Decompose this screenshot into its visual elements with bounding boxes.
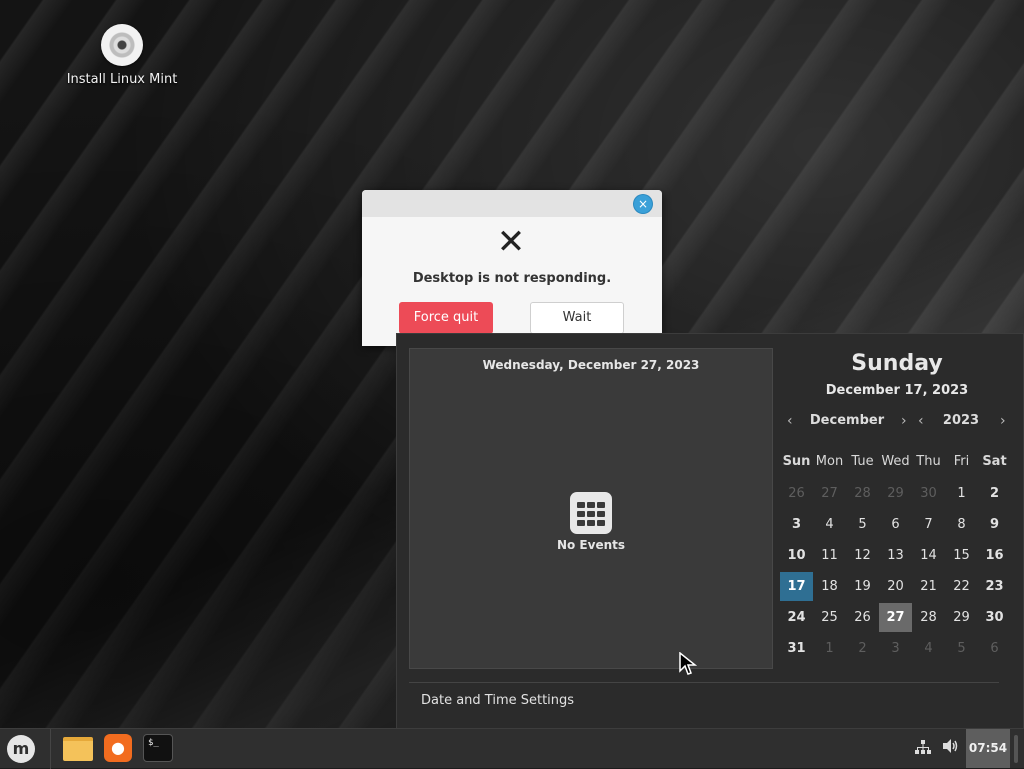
calendar-day[interactable]: 6 [879, 510, 912, 539]
calendar-popup: Wednesday, December 27, 2023 No Events S… [396, 333, 1024, 728]
date-time-settings-link[interactable]: Date and Time Settings [421, 693, 574, 708]
calendar-day[interactable]: 28 [912, 603, 945, 632]
firefox-icon[interactable]: ● [104, 734, 132, 762]
files-icon[interactable] [63, 737, 93, 761]
desktop-icon-install-linux-mint[interactable]: Install Linux Mint [62, 24, 182, 87]
not-responding-dialog: × ✕ Desktop is not responding. Force qui… [362, 190, 662, 346]
weekday-header: Sun [782, 454, 811, 469]
calendar-day-other-month[interactable]: 5 [945, 634, 978, 663]
weekday-header: Tue [851, 454, 874, 469]
events-pane: Wednesday, December 27, 2023 No Events [409, 348, 773, 669]
prev-year-icon[interactable]: ‹ [918, 413, 924, 429]
prev-month-icon[interactable]: ‹ [787, 413, 793, 429]
year-label: 2023 [942, 413, 980, 428]
events-date: Wednesday, December 27, 2023 [482, 358, 700, 372]
calendar-day[interactable]: 14 [912, 541, 945, 570]
mouse-cursor-icon [679, 652, 698, 675]
calendar-day[interactable]: 2 [978, 479, 1011, 508]
calendar-day[interactable]: 18 [813, 572, 846, 601]
calendar-grid-icon [570, 492, 612, 534]
dialog-titlebar[interactable]: × [362, 190, 662, 217]
weekday-header: Fri [953, 454, 970, 469]
terminal-icon[interactable]: $_ [143, 734, 173, 762]
calendar-day[interactable]: 29 [945, 603, 978, 632]
volume-icon[interactable] [942, 738, 960, 758]
weekday-header: Mon [815, 454, 844, 469]
calendar-day-other-month[interactable]: 30 [912, 479, 945, 508]
calendar-day[interactable]: 21 [912, 572, 945, 601]
calendar-day-other-month[interactable]: 28 [846, 479, 879, 508]
desktop-icon-label: Install Linux Mint [66, 72, 178, 87]
calendar-day-other-month[interactable]: 29 [879, 479, 912, 508]
calendar-day[interactable]: 13 [879, 541, 912, 570]
wait-button[interactable]: Wait [530, 302, 624, 334]
calendar-day[interactable]: 23 [978, 572, 1011, 601]
calendar-day-other-month[interactable]: 2 [846, 634, 879, 663]
weekday-header: Thu [916, 454, 941, 469]
calendar-day-other-month[interactable]: 27 [813, 479, 846, 508]
disc-icon [101, 24, 143, 66]
close-icon[interactable]: × [634, 195, 652, 213]
force-quit-button[interactable]: Force quit [399, 302, 493, 334]
next-month-icon[interactable]: › [901, 413, 907, 429]
selected-day-name: Sunday [851, 351, 943, 376]
calendar-day[interactable]: 9 [978, 510, 1011, 539]
dialog-message: Desktop is not responding. [412, 271, 612, 286]
calendar-day[interactable]: 15 [945, 541, 978, 570]
divider [409, 682, 999, 683]
selected-full-date: December 17, 2023 [825, 383, 969, 398]
mint-menu-icon[interactable]: m [7, 735, 35, 763]
calendar-day[interactable]: 30 [978, 603, 1011, 632]
calendar-day-other-month[interactable]: 6 [978, 634, 1011, 663]
calendar-day[interactable]: 25 [813, 603, 846, 632]
calendar-day[interactable]: 31 [780, 634, 813, 663]
calendar-day[interactable]: 5 [846, 510, 879, 539]
error-x-icon: ✕ [496, 222, 526, 262]
calendar-day[interactable]: 19 [846, 572, 879, 601]
calendar-day[interactable]: 27 [879, 603, 912, 632]
calendar-day[interactable]: 22 [945, 572, 978, 601]
calendar-day-other-month[interactable]: 26 [780, 479, 813, 508]
calendar-day[interactable]: 26 [846, 603, 879, 632]
taskbar: m ● $_ 07:54 [0, 728, 1024, 769]
calendar-day[interactable]: 7 [912, 510, 945, 539]
calendar-day[interactable]: 8 [945, 510, 978, 539]
calendar-day[interactable]: 4 [813, 510, 846, 539]
taskbar-separator [50, 729, 51, 769]
calendar-day-other-month[interactable]: 3 [879, 634, 912, 663]
network-icon[interactable] [915, 739, 931, 759]
calendar-day[interactable]: 17 [780, 572, 813, 601]
weekday-header: Sat [982, 454, 1007, 469]
calendar-day-other-month[interactable]: 4 [912, 634, 945, 663]
month-label: December [809, 413, 885, 428]
next-year-icon[interactable]: › [1000, 413, 1006, 429]
calendar-day[interactable]: 20 [879, 572, 912, 601]
calendar-day-other-month[interactable]: 1 [813, 634, 846, 663]
calendar-day[interactable]: 1 [945, 479, 978, 508]
calendar-day[interactable]: 24 [780, 603, 813, 632]
calendar-day[interactable]: 16 [978, 541, 1011, 570]
panel-handle[interactable] [1014, 735, 1018, 763]
calendar-day[interactable]: 12 [846, 541, 879, 570]
calendar-day[interactable]: 11 [813, 541, 846, 570]
taskbar-clock[interactable]: 07:54 [966, 729, 1010, 768]
weekday-header: Wed [881, 454, 910, 469]
calendar-day[interactable]: 10 [780, 541, 813, 570]
no-events-label: No Events [556, 538, 626, 552]
calendar-day[interactable]: 3 [780, 510, 813, 539]
